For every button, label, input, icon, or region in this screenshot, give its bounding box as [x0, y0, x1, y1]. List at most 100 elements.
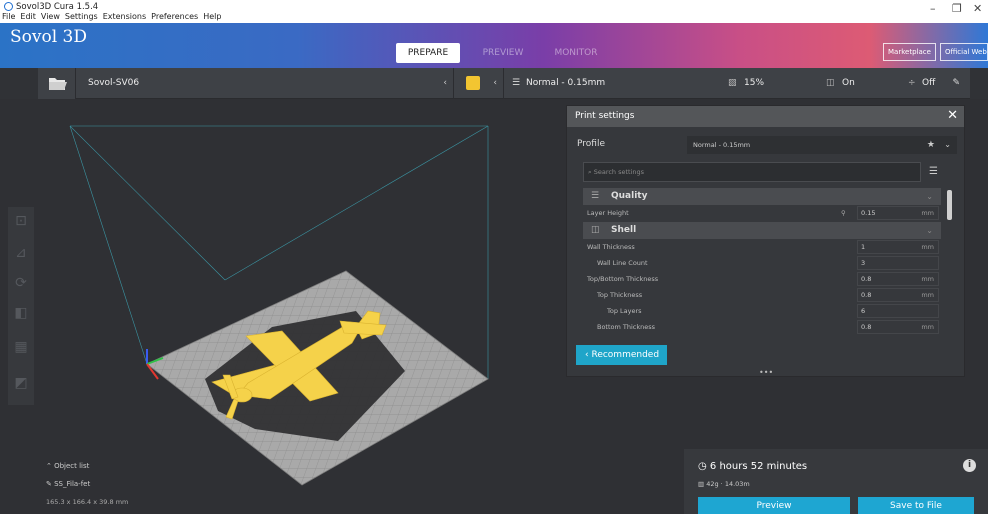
menu-file[interactable]: File — [2, 12, 15, 21]
minimize-icon[interactable]: – — [930, 2, 936, 15]
menu-bar: File Edit View Settings Extensions Prefe… — [2, 12, 221, 21]
setting-unit: mm — [921, 323, 934, 331]
setting-unit: mm — [921, 209, 934, 217]
mirror-tool-icon[interactable]: ◧ — [11, 303, 31, 323]
close-panel-icon[interactable]: ✕ — [947, 108, 958, 123]
per-model-settings-icon[interactable]: ▦ — [11, 337, 31, 357]
setting-row: Top Thickness 0.8 mm — [583, 287, 941, 303]
official-website-button[interactable]: Official Website — [940, 43, 988, 61]
quality-icon: ☰ — [591, 191, 600, 201]
setting-label: Wall Line Count — [597, 259, 648, 267]
setting-row: Layer Height ⚲ 0.15 mm — [583, 205, 941, 221]
profile-label: Profile — [577, 139, 605, 149]
app-logo-icon — [4, 2, 13, 11]
setting-label: Wall Thickness — [587, 243, 635, 251]
link-icon[interactable]: ⚲ — [841, 205, 846, 221]
setting-label: Top/Bottom Thickness — [587, 275, 659, 283]
setting-value: 0.8 — [861, 323, 872, 331]
setting-value-field[interactable]: 0.8 mm — [857, 320, 939, 334]
printer-name: Sovol-SV06 — [88, 78, 140, 88]
setting-value-field[interactable]: 6 — [857, 304, 939, 318]
extruder-icon — [466, 76, 480, 90]
window-titlebar: Sovol3D Cura 1.5.4 File Edit View Settin… — [0, 0, 988, 23]
setting-label: Top Thickness — [597, 291, 643, 299]
shell-icon: ◫ — [591, 225, 600, 235]
setting-row: Wall Thickness 1 mm — [583, 239, 941, 255]
marketplace-button[interactable]: Marketplace — [883, 43, 936, 61]
scale-tool-icon[interactable]: ⊿ — [11, 243, 31, 263]
open-file-button[interactable] — [38, 68, 76, 99]
preview-button[interactable]: Preview — [698, 497, 850, 514]
app-header: Sovol 3D PREPARE PREVIEW MONITOR Marketp… — [0, 23, 988, 68]
object-name: ✎ SS_Fila-fet — [46, 480, 90, 488]
infill-value: 15% — [744, 78, 765, 88]
menu-preferences[interactable]: Preferences — [151, 12, 198, 21]
maximize-icon[interactable]: ❐ — [952, 2, 962, 15]
tab-monitor[interactable]: MONITOR — [548, 43, 604, 63]
search-icon: ⌕ — [588, 168, 592, 176]
rotate-tool-icon[interactable]: ⟳ — [11, 273, 31, 293]
chevron-down-icon: ⌄ — [944, 140, 951, 149]
material-selector[interactable]: ‹ — [454, 68, 504, 99]
category-shell[interactable]: ◫ Shell ⌄ — [583, 222, 941, 239]
menu-extensions[interactable]: Extensions — [103, 12, 146, 21]
setting-label: Bottom Thickness — [597, 323, 656, 331]
setting-value-field[interactable]: 1 mm — [857, 240, 939, 254]
material-estimate-text: 42g · 14.03m — [706, 480, 750, 488]
support-icon: ◫ — [826, 78, 835, 88]
setting-value: 1 — [861, 243, 866, 251]
setting-unit: mm — [921, 291, 934, 299]
setting-row: Wall Line Count 3 — [583, 255, 941, 271]
move-tool-icon[interactable]: ⊡ — [11, 211, 31, 231]
print-settings-panel: Print settings ✕ Profile Normal - 0.15mm… — [566, 105, 965, 377]
search-settings-input[interactable]: ⌕ Search settings — [583, 162, 921, 182]
profile-icon: ☰ — [512, 78, 521, 88]
setting-value: 3 — [861, 259, 866, 267]
menu-view[interactable]: View — [41, 12, 60, 21]
setting-unit: mm — [921, 243, 934, 251]
menu-settings[interactable]: Settings — [65, 12, 98, 21]
print-time-text: 6 hours 52 minutes — [709, 461, 808, 472]
menu-help[interactable]: Help — [203, 12, 221, 21]
edit-pencil-icon[interactable]: ✎ — [952, 68, 960, 99]
close-icon[interactable]: ✕ — [973, 2, 982, 15]
settings-scrollbar[interactable] — [947, 190, 952, 220]
infill-icon: ▨ — [728, 78, 737, 88]
setting-value-field[interactable]: 3 — [857, 256, 939, 270]
setting-row: Top/Bottom Thickness 0.8 mm — [583, 271, 941, 287]
save-to-file-button[interactable]: Save to File — [858, 497, 974, 514]
print-setup-selector[interactable]: ☰ Normal - 0.15mm ▨ 15% ◫ On ÷ Off ✎ — [504, 68, 970, 99]
chevron-left-icon: ‹ — [443, 78, 447, 88]
setting-value-field[interactable]: 0.8 mm — [857, 272, 939, 286]
panel-resize-handle[interactable]: ••• — [759, 368, 773, 377]
panel-header: Print settings ✕ — [567, 106, 964, 127]
category-label: Shell — [611, 225, 637, 235]
setting-value: 6 — [861, 307, 866, 315]
info-icon[interactable]: i — [963, 459, 976, 472]
settings-menu-icon[interactable]: ☰ — [929, 166, 938, 177]
setting-value-field[interactable]: 0.15 mm — [857, 206, 939, 220]
chevron-down-icon: ⌄ — [926, 192, 933, 201]
panel-title: Print settings — [575, 111, 635, 121]
window-title: Sovol3D Cura 1.5.4 — [16, 2, 99, 12]
settings-list: ☰ Quality ⌄ Layer Height ⚲ 0.15 mm ◫ She… — [583, 188, 941, 338]
setting-row: Bottom Thickness 0.8 mm — [583, 319, 941, 335]
tab-preview[interactable]: PREVIEW — [478, 43, 528, 63]
object-name-text: SS_Fila-fet — [54, 480, 91, 488]
setting-label: Top Layers — [607, 307, 642, 315]
category-quality[interactable]: ☰ Quality ⌄ — [583, 188, 941, 205]
profile-dropdown-value: Normal - 0.15mm — [693, 141, 751, 149]
object-list-toggle[interactable]: ⌃ Object list — [46, 462, 89, 470]
tab-prepare[interactable]: PREPARE — [396, 43, 460, 63]
support-blocker-icon[interactable]: ◩ — [11, 373, 31, 393]
star-icon[interactable]: ★ — [927, 136, 935, 154]
menu-edit[interactable]: Edit — [20, 12, 36, 21]
recommended-button[interactable]: ‹ Recommended — [576, 345, 667, 365]
profile-dropdown[interactable]: Normal - 0.15mm ★ ⌄ — [687, 136, 957, 154]
print-time: ◷ 6 hours 52 minutes — [698, 461, 807, 472]
search-placeholder: Search settings — [593, 168, 645, 176]
main-toolbar: Sovol-SV06 ‹ ‹ ☰ Normal - 0.15mm ▨ 15% ◫… — [38, 68, 970, 99]
left-toolbar: ⊡ ⊿ ⟳ ◧ ▦ ◩ — [8, 207, 34, 405]
printer-selector[interactable]: Sovol-SV06 ‹ — [76, 68, 454, 99]
setting-value-field[interactable]: 0.8 mm — [857, 288, 939, 302]
